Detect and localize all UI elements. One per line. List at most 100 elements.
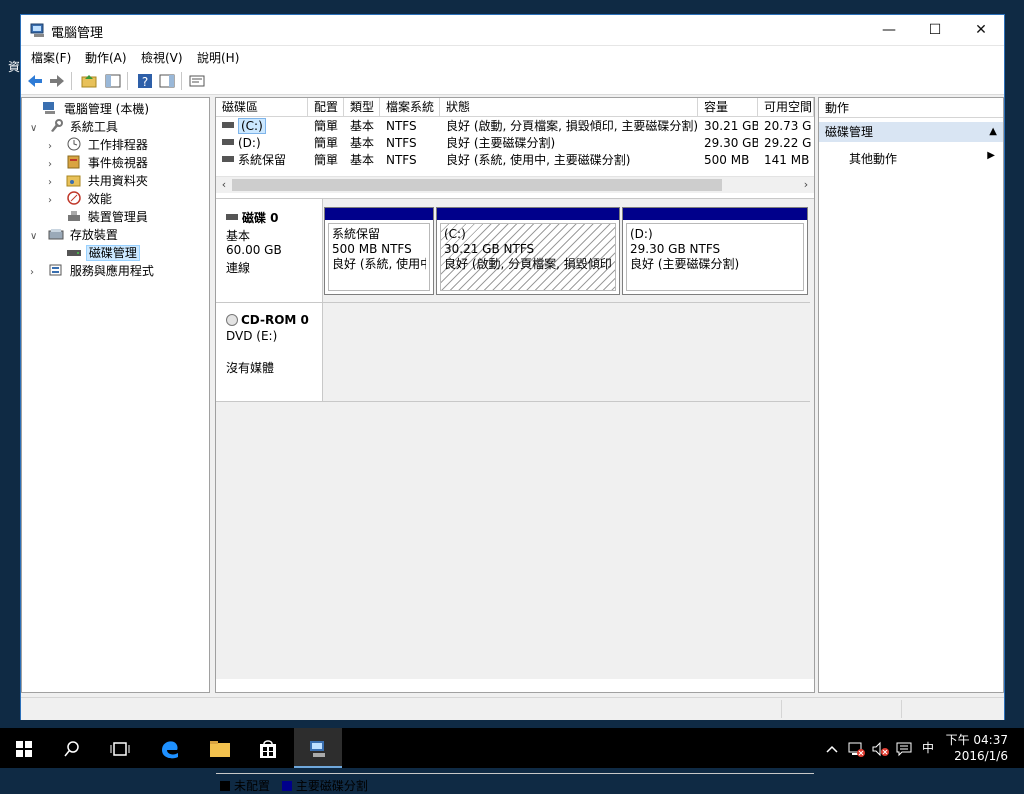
menu-help[interactable]: 說明(H): [197, 49, 239, 66]
partition-d[interactable]: (D:) 29.30 GB NTFS 良好 (主要磁碟分割): [622, 207, 808, 295]
volume-file-system: NTFS: [386, 136, 417, 150]
volume-icon: [222, 122, 234, 128]
cd-rom-icon: [226, 314, 238, 326]
tree-item-device-manager[interactable]: 裝置管理員: [48, 208, 150, 226]
partition-status: 良好 (系統, 使用中: [332, 257, 426, 271]
start-button[interactable]: [0, 728, 48, 768]
clock[interactable]: 下午 04:37 2016/1/6: [946, 732, 1008, 764]
minimize-button[interactable]: —: [866, 15, 912, 45]
tree-expander[interactable]: ›: [48, 159, 62, 170]
scroll-right-icon[interactable]: ›: [798, 177, 814, 193]
file-explorer-button[interactable]: [196, 728, 244, 768]
disk-0-label[interactable]: 磁碟 0 基本 60.00 GB 連線: [216, 199, 323, 302]
tree-item-label: 服務與應用程式: [69, 264, 154, 278]
tree-item-disk-management[interactable]: 磁碟管理: [48, 244, 140, 262]
maximize-button[interactable]: ☐: [912, 15, 958, 45]
forward-arrow-icon[interactable]: [47, 71, 67, 91]
tree-item-event-viewer[interactable]: › 事件檢視器: [48, 154, 150, 172]
event-viewer-icon: [67, 155, 80, 169]
volume-layout: 簡單: [314, 153, 339, 167]
computer-management-icon: [30, 23, 44, 37]
cdrom-0-label[interactable]: CD-ROM 0 DVD (E:) 沒有媒體: [216, 303, 323, 401]
volume-capacity: 29.30 GB: [704, 136, 758, 150]
speaker-muted-icon: [872, 741, 889, 756]
store-button[interactable]: [244, 728, 292, 768]
show-hidden-icons-button[interactable]: [826, 728, 838, 768]
computer-management-window: 電腦管理 — ☐ ✕ 檔案(F) 動作(A) 檢視(V) 說明(H) ? 電腦管…: [20, 14, 1005, 793]
properties-icon[interactable]: [187, 71, 207, 91]
table-row[interactable]: (D:) 簡單 基本 NTFS 良好 (主要磁碟分割) 29.30 GB 29.…: [216, 135, 814, 152]
show-hide-tree-icon[interactable]: [103, 71, 123, 91]
tree-expander[interactable]: ›: [48, 177, 62, 188]
network-status-button[interactable]: [848, 728, 866, 768]
menu-file[interactable]: 檔案(F): [31, 49, 71, 66]
partition-c[interactable]: (C:) 30.21 GB NTFS 良好 (啟動, 分頁檔案, 損毀傾印,: [436, 207, 620, 295]
tree-item-computer-management[interactable]: 電腦管理 (本機): [24, 100, 151, 118]
show-hide-action-pane-icon[interactable]: [157, 71, 177, 91]
tree-item-performance[interactable]: › 效能: [48, 190, 114, 208]
volume-list-header: 磁碟區 配置 類型 檔案系統 狀態 容量 可用空間: [216, 98, 814, 117]
partition-system-reserved[interactable]: 系統保留 500 MB NTFS 良好 (系統, 使用中: [324, 207, 434, 295]
column-header-layout[interactable]: 配置: [308, 98, 344, 116]
search-button[interactable]: [48, 728, 96, 768]
menu-view[interactable]: 檢視(V): [141, 49, 183, 66]
tree-item-label: 事件檢視器: [87, 156, 148, 170]
tree-expander[interactable]: ›: [30, 267, 44, 278]
disk-row-cdrom-0[interactable]: CD-ROM 0 DVD (E:) 沒有媒體: [216, 303, 810, 402]
tree-item-shared-folders[interactable]: › 共用資料夾: [48, 172, 150, 190]
windows-logo-icon: [16, 740, 32, 757]
desktop-icon-label: 資: [8, 60, 21, 74]
volume-type: 基本: [350, 136, 375, 150]
task-view-button[interactable]: [96, 728, 144, 768]
tree-expander[interactable]: ∨: [30, 231, 44, 242]
tree-item-label: 工作排程器: [87, 138, 148, 152]
tree-item-label: 磁碟管理: [85, 245, 140, 261]
tree-item-services-applications[interactable]: › 服務與應用程式: [30, 262, 156, 280]
clock-time: 下午 04:37: [945, 733, 1008, 747]
horizontal-scrollbar[interactable]: ‹ ›: [216, 176, 814, 193]
tree-item-storage[interactable]: ∨ 存放裝置: [30, 226, 120, 244]
legend: 未配置 主要磁碟分割: [220, 777, 368, 793]
tree-expander[interactable]: ∨: [30, 123, 44, 134]
tree-expander[interactable]: ›: [48, 141, 62, 152]
scroll-left-icon[interactable]: ‹: [216, 177, 232, 193]
menu-action[interactable]: 動作(A): [85, 49, 127, 66]
up-folder-icon[interactable]: [79, 71, 99, 91]
performance-icon: [67, 191, 81, 205]
more-actions-item[interactable]: 其他動作: [849, 150, 897, 167]
disk-row-0[interactable]: 磁碟 0 基本 60.00 GB 連線 系統保留 500 MB NTFS 良好 …: [216, 199, 810, 303]
volume-free-space: 20.73 G: [764, 119, 812, 133]
tree-item-task-scheduler[interactable]: › 工作排程器: [48, 136, 150, 154]
column-header-file-system[interactable]: 檔案系統: [380, 98, 440, 116]
actions-title: 動作: [819, 98, 1003, 118]
column-header-type[interactable]: 類型: [344, 98, 380, 116]
actions-section-disk-management[interactable]: 磁碟管理 ▲: [819, 122, 1003, 142]
tree-expander[interactable]: ›: [48, 195, 62, 206]
disk-state: 沒有媒體: [226, 361, 275, 375]
shared-folder-icon: [66, 175, 81, 187]
partition-title: 系統保留: [332, 227, 381, 241]
scrollbar-thumb[interactable]: [232, 179, 722, 191]
column-header-free-space[interactable]: 可用空間: [758, 98, 814, 116]
volume-capacity: 30.21 GB: [704, 119, 758, 133]
table-row[interactable]: (C:) 簡單 基本 NTFS 良好 (啟動, 分頁檔案, 損毀傾印, 主要磁碟…: [216, 118, 814, 135]
close-button[interactable]: ✕: [958, 15, 1004, 45]
volume-button[interactable]: [872, 728, 890, 768]
disk-name: 磁碟 0: [242, 211, 279, 225]
action-center-button[interactable]: [896, 728, 912, 768]
column-header-status[interactable]: 狀態: [440, 98, 698, 116]
tree-item-system-tools[interactable]: ∨ 系統工具: [30, 118, 120, 136]
back-arrow-icon[interactable]: [25, 71, 45, 91]
help-icon[interactable]: ?: [135, 71, 155, 91]
hard-disk-icon: [226, 214, 238, 220]
edge-browser-button[interactable]: [146, 728, 194, 768]
input-method-indicator[interactable]: 中: [922, 728, 934, 768]
tree-item-label: 效能: [87, 192, 112, 206]
submenu-arrow-icon[interactable]: ▶: [987, 150, 995, 161]
status-segment: [901, 700, 902, 718]
column-header-volume[interactable]: 磁碟區: [216, 98, 308, 116]
computer-management-taskbar-button[interactable]: [294, 728, 342, 768]
collapse-caret-icon[interactable]: ▲: [989, 122, 997, 142]
column-header-capacity[interactable]: 容量: [698, 98, 758, 116]
table-row[interactable]: 系統保留 簡單 基本 NTFS 良好 (系統, 使用中, 主要磁碟分割) 500…: [216, 152, 814, 169]
